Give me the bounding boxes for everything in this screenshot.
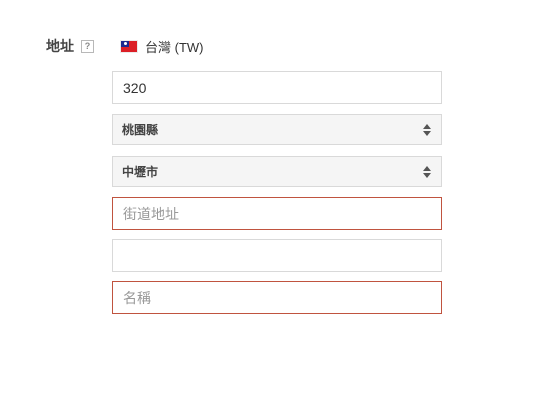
city-select[interactable]: 中壢市 [112,156,442,187]
select-arrows-icon [422,165,432,178]
name-input[interactable] [112,281,442,314]
country-name: 台灣 (TW) [145,39,204,55]
address-label-group: 地址 ? [46,36,94,56]
arrow-up-icon [423,165,431,171]
postal-code-input[interactable] [112,71,442,104]
select-arrows-icon [422,123,432,136]
arrow-down-icon [423,172,431,178]
street-address-input[interactable] [112,197,442,230]
city-select-value: 中壢市 [122,165,159,179]
arrow-down-icon [423,130,431,136]
county-select[interactable]: 桃園縣 [112,114,442,145]
county-select-value: 桃園縣 [122,123,159,137]
question-mark-icon[interactable]: ? [81,39,94,53]
taiwan-flag-icon [121,40,137,52]
flag-sun [123,42,127,45]
address-form: 地址 ? 台灣 (TW) 桃園縣 中壢市 [0,0,535,393]
arrow-up-icon [423,123,431,129]
address-line-2-input[interactable] [112,239,442,272]
country-selector[interactable]: 台灣 (TW) [121,36,203,56]
flag-canton [121,40,129,47]
address-label: 地址 [46,39,74,55]
